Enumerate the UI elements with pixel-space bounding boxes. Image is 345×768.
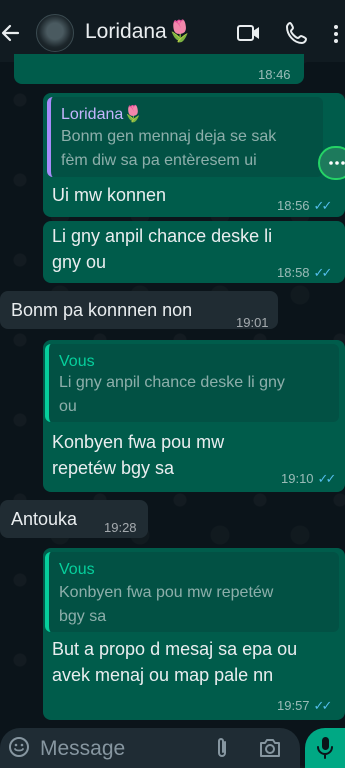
message-input[interactable]	[40, 736, 200, 762]
message-input-bar	[0, 728, 300, 768]
quote-text: Li gny anpil chance deske li gny	[59, 374, 285, 391]
phone-icon[interactable]	[285, 20, 309, 46]
quote-author: Vous	[59, 353, 95, 370]
mic-button[interactable]	[305, 728, 345, 768]
contact-name[interactable]: Loridana🌷	[85, 20, 193, 44]
message-time: 18:56 ✓✓	[277, 198, 333, 213]
message-text: Konbyen fwa pou mw	[52, 432, 225, 452]
quote-text: Konbyen fwa pou mw repetéw	[59, 584, 274, 601]
quoted-message[interactable]: Loridana🌷 Bonm gen mennaj deja se sak fè…	[47, 97, 323, 177]
message-text: repetéw bgy sa	[52, 458, 175, 478]
read-ticks-icon: ✓✓	[313, 698, 333, 713]
message-time: 18:58 ✓✓	[277, 265, 333, 280]
message-text: Li gny anpil chance deske li	[52, 226, 273, 246]
message-bubble-outgoing[interactable]: Vous Konbyen fwa pou mw repetéw bgy sa B…	[43, 548, 345, 720]
mic-icon	[317, 737, 333, 759]
back-arrow-icon[interactable]	[0, 18, 22, 48]
quoted-message[interactable]: Vous Li gny anpil chance deske li gny ou	[45, 344, 339, 422]
message-bubble-outgoing[interactable]: Li gny anpil chance deske li gny ou 18:5…	[43, 221, 345, 283]
video-call-icon[interactable]	[236, 22, 262, 44]
chat-header: Loridana🌷	[0, 0, 345, 62]
message-text: gny ou	[52, 252, 107, 272]
camera-icon[interactable]	[258, 737, 282, 759]
attach-icon[interactable]	[213, 736, 231, 760]
message-text: Antouka	[11, 509, 78, 529]
more-vert-icon[interactable]	[330, 20, 342, 48]
read-ticks-icon: ✓✓	[317, 471, 337, 486]
quote-text: bgy sa	[59, 608, 107, 625]
message-text: But a propo d mesaj sa epa ou	[52, 639, 298, 659]
emoji-icon[interactable]	[8, 736, 30, 758]
message-bubble-incoming[interactable]: Bonm pa konnnen non 19:01	[0, 291, 278, 330]
message-text: Ui mw konnen	[52, 185, 167, 205]
quote-author: Vous	[59, 561, 95, 578]
message-text: avek menaj ou map pale nn	[52, 665, 274, 685]
message-time: 19:10 ✓✓	[281, 471, 337, 486]
message-time: 19:28	[104, 520, 137, 535]
quote-text: fèm diw sa pa entèresem ui	[61, 152, 257, 169]
read-ticks-icon: ✓✓	[313, 198, 333, 213]
message-time: 18:46	[258, 67, 291, 82]
message-time: 19:01	[236, 315, 269, 330]
message-bubble-outgoing[interactable]: 18:46	[14, 54, 304, 84]
message-bubble-incoming[interactable]: Antouka 19:28	[0, 500, 148, 538]
more-options-icon[interactable]	[318, 146, 345, 180]
quoted-message[interactable]: Vous Konbyen fwa pou mw repetéw bgy sa	[45, 552, 339, 632]
message-bubble-outgoing[interactable]: Vous Li gny anpil chance deske li gny ou…	[43, 340, 345, 492]
message-text: Bonm pa konnnen non	[11, 300, 193, 320]
quote-text: Bonm gen mennaj deja se sak	[61, 128, 277, 145]
message-time: 19:57 ✓✓	[277, 698, 333, 713]
contact-avatar[interactable]	[36, 14, 74, 52]
read-ticks-icon: ✓✓	[313, 265, 333, 280]
message-bubble-outgoing[interactable]: Loridana🌷 Bonm gen mennaj deja se sak fè…	[43, 93, 345, 217]
quote-text: ou	[59, 398, 77, 415]
quote-author: Loridana🌷	[61, 106, 144, 123]
